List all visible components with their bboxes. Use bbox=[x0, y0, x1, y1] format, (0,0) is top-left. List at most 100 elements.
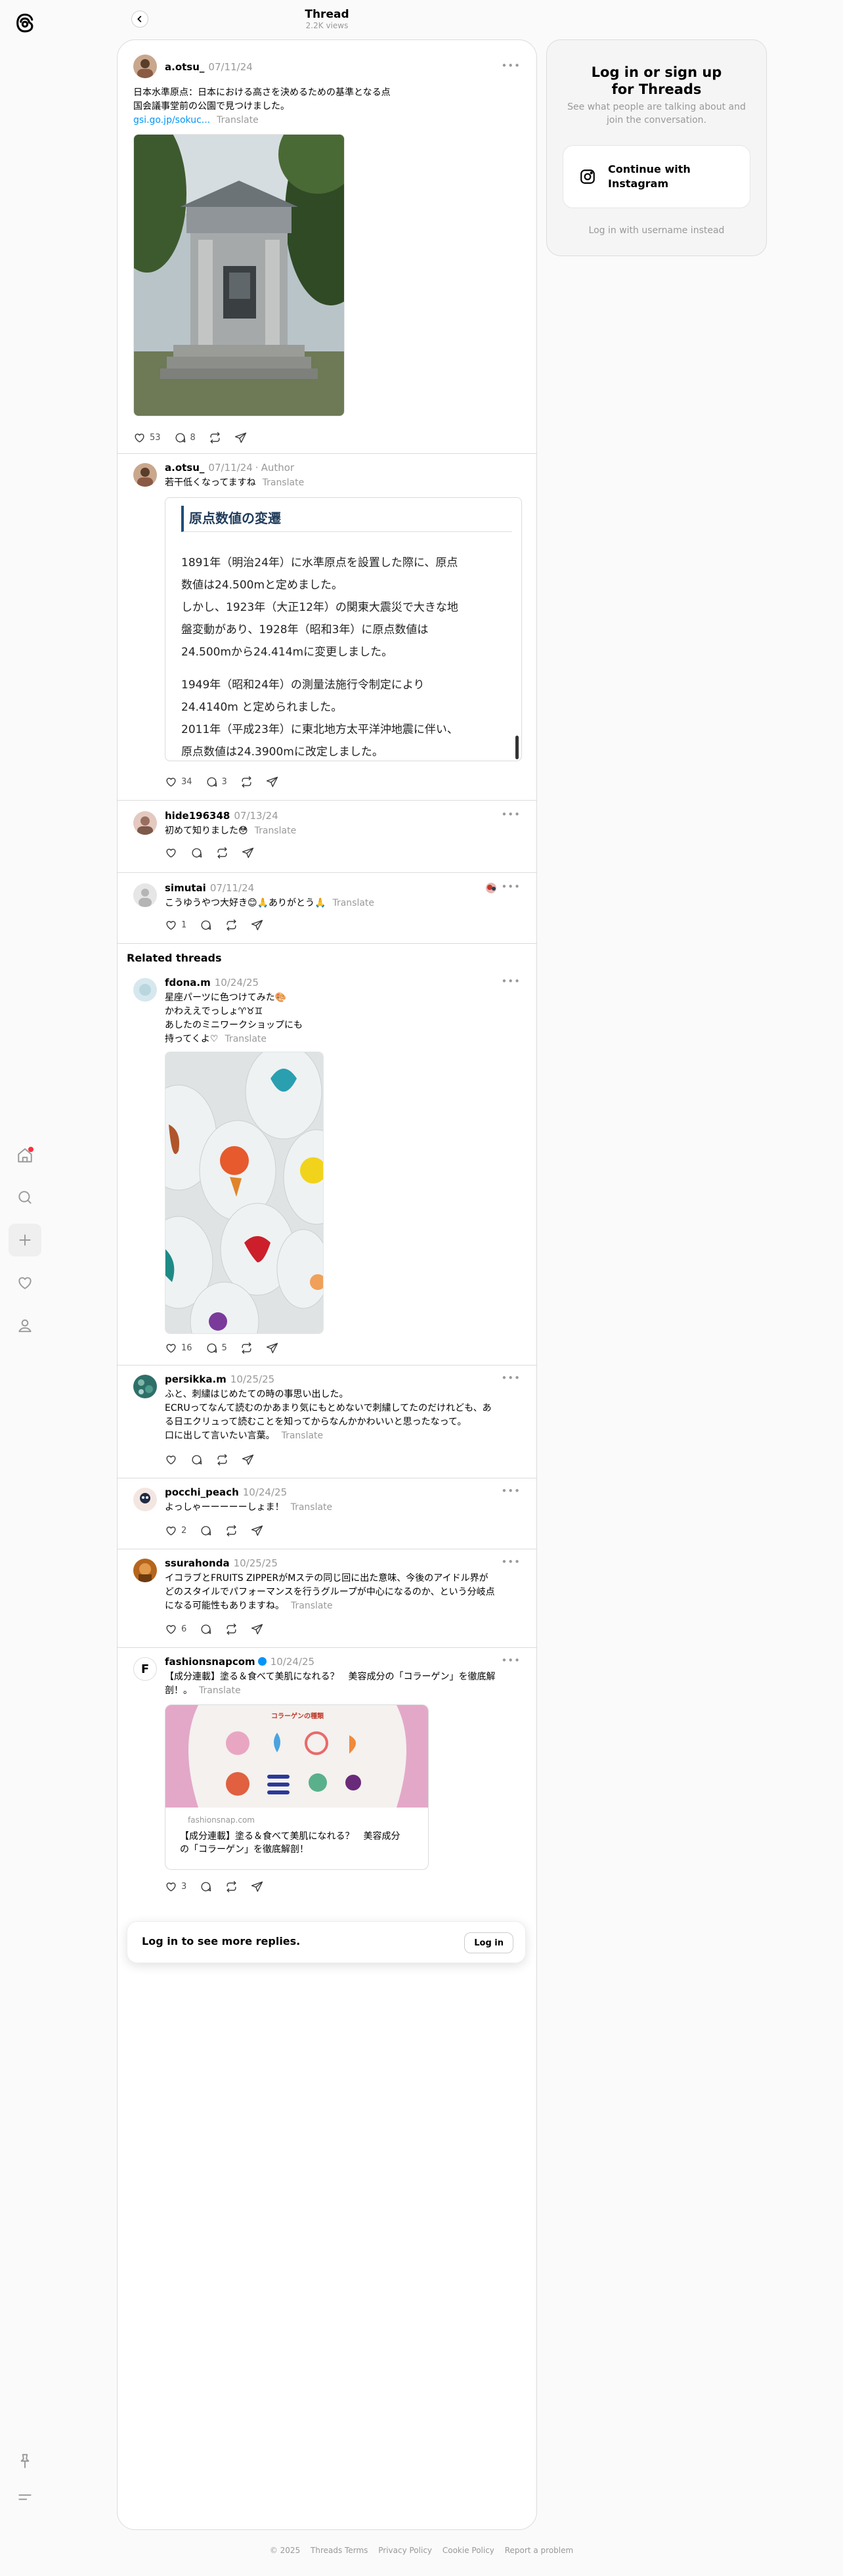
like-button[interactable]: 6 bbox=[165, 1623, 186, 1635]
link-preview-card[interactable]: コラーゲンの種類 fashionsnap.com 【成分連載】塗る＆食べて美肌に… bbox=[165, 1704, 429, 1870]
username[interactable]: fdona.m bbox=[165, 977, 211, 988]
translate-link[interactable]: Translate bbox=[291, 1502, 333, 1513]
share-button[interactable] bbox=[242, 847, 254, 859]
share-button[interactable] bbox=[251, 919, 263, 931]
share-button[interactable] bbox=[251, 1623, 263, 1635]
reply-image[interactable]: 原点数値の変遷 1891年（明治24年）に水準原点を設置した際に、原点 数値は2… bbox=[165, 497, 522, 761]
reply-button[interactable] bbox=[200, 1880, 212, 1893]
reply-button[interactable] bbox=[190, 1454, 203, 1466]
reply-button[interactable] bbox=[200, 919, 212, 931]
username[interactable]: hide196348 bbox=[165, 810, 230, 822]
share-button[interactable] bbox=[266, 1342, 278, 1354]
repost-icon bbox=[227, 1880, 236, 1893]
translate-link[interactable]: Translate bbox=[282, 1431, 324, 1441]
more-options-icon[interactable]: ••• bbox=[501, 1556, 521, 1568]
reply-button[interactable] bbox=[200, 1524, 212, 1537]
menu-icon[interactable] bbox=[9, 2481, 41, 2514]
username[interactable]: fashionsnapcom bbox=[165, 1656, 255, 1668]
activity-icon[interactable] bbox=[9, 1266, 41, 1299]
share-button[interactable] bbox=[251, 1524, 263, 1537]
more-options-icon[interactable]: ••• bbox=[501, 1485, 521, 1497]
repost-button[interactable] bbox=[216, 847, 228, 859]
pin-icon[interactable] bbox=[9, 2445, 41, 2477]
avatar[interactable] bbox=[133, 811, 157, 835]
more-options-icon[interactable]: ••• bbox=[501, 809, 521, 820]
username[interactable]: persikka.m bbox=[165, 1373, 227, 1385]
profile-icon[interactable] bbox=[9, 1309, 41, 1342]
continue-with-instagram-button[interactable]: Continue with Instagram bbox=[563, 145, 750, 208]
username[interactable]: a.otsu_ bbox=[165, 462, 204, 474]
repost-button[interactable] bbox=[225, 1524, 238, 1537]
translate-link[interactable]: Translate bbox=[332, 898, 374, 908]
avatar[interactable] bbox=[133, 1488, 157, 1511]
create-icon[interactable] bbox=[9, 1224, 41, 1256]
reply-button[interactable]: 3 bbox=[205, 776, 227, 788]
avatar[interactable] bbox=[133, 883, 157, 907]
post-image[interactable] bbox=[133, 134, 345, 416]
share-button[interactable] bbox=[251, 1880, 263, 1893]
avatar[interactable] bbox=[133, 463, 157, 487]
translate-link[interactable]: Translate bbox=[199, 1685, 241, 1696]
avatar[interactable] bbox=[133, 1559, 157, 1582]
translate-link[interactable]: Translate bbox=[217, 115, 259, 125]
like-button[interactable]: 34 bbox=[165, 776, 192, 788]
translate-link[interactable]: Translate bbox=[263, 477, 305, 488]
post-image[interactable] bbox=[165, 1052, 324, 1334]
like-button[interactable]: 2 bbox=[165, 1524, 186, 1537]
username[interactable]: a.otsu_ bbox=[165, 61, 204, 73]
post-text-line: かわええでっしょ♈♉♊ bbox=[165, 1006, 263, 1017]
translate-link[interactable]: Translate bbox=[255, 826, 297, 836]
more-options-icon[interactable]: ••• bbox=[501, 1372, 521, 1384]
home-icon[interactable] bbox=[9, 1139, 41, 1172]
avatar[interactable]: F bbox=[133, 1657, 157, 1681]
like-button[interactable] bbox=[165, 847, 177, 859]
post-actions bbox=[165, 1454, 254, 1466]
repost-button[interactable] bbox=[240, 776, 253, 788]
footer-link-report[interactable]: Report a problem bbox=[505, 2546, 573, 2555]
more-options-icon[interactable]: ••• bbox=[501, 1654, 521, 1666]
more-options-icon[interactable]: ••• bbox=[501, 881, 521, 893]
avatar[interactable] bbox=[133, 1375, 157, 1398]
scrollbar[interactable] bbox=[515, 736, 519, 759]
share-button[interactable] bbox=[266, 776, 278, 788]
like-button[interactable]: 1 bbox=[165, 919, 186, 931]
repost-button[interactable] bbox=[225, 1623, 238, 1635]
threads-logo-icon[interactable] bbox=[9, 7, 41, 39]
post-link[interactable]: gsi.go.jp/sokuc... bbox=[133, 115, 210, 125]
repost-button[interactable] bbox=[240, 1342, 253, 1354]
username-login-link[interactable]: Log in with username instead bbox=[547, 225, 766, 236]
username[interactable]: pocchi_peach bbox=[165, 1486, 239, 1498]
like-button[interactable]: 16 bbox=[165, 1342, 192, 1354]
reply-button[interactable] bbox=[190, 847, 203, 859]
repost-button[interactable] bbox=[225, 919, 238, 931]
username[interactable]: simutai bbox=[165, 882, 206, 894]
avatar[interactable] bbox=[133, 978, 157, 1002]
post-text: 剖！。 bbox=[165, 1685, 192, 1696]
repost-button[interactable] bbox=[209, 432, 221, 444]
username[interactable]: ssurahonda bbox=[165, 1557, 230, 1569]
translate-link[interactable]: Translate bbox=[291, 1601, 333, 1611]
panel-title: Log in or sign up for Threads bbox=[547, 64, 766, 98]
footer-link-privacy[interactable]: Privacy Policy bbox=[378, 2546, 432, 2555]
reply-text-line: 初めて知りました😳 Translate bbox=[165, 824, 296, 838]
like-button[interactable] bbox=[165, 1454, 177, 1466]
translate-link[interactable]: Translate bbox=[225, 1034, 267, 1044]
post-header: persikka.m 10/25/25 bbox=[165, 1373, 274, 1385]
like-button[interactable]: 53 bbox=[133, 432, 161, 444]
reply-button[interactable]: 5 bbox=[205, 1342, 227, 1354]
login-button[interactable]: Log in bbox=[464, 1932, 513, 1953]
thread-header: Thread 2.2K views bbox=[117, 0, 537, 39]
reply-button[interactable] bbox=[200, 1623, 212, 1635]
more-options-icon[interactable]: ••• bbox=[501, 60, 521, 72]
share-button[interactable] bbox=[234, 432, 247, 444]
repost-button[interactable] bbox=[216, 1454, 228, 1466]
reply-button[interactable]: 8 bbox=[174, 432, 196, 444]
like-button[interactable]: 3 bbox=[165, 1880, 186, 1893]
share-button[interactable] bbox=[242, 1454, 254, 1466]
repost-button[interactable] bbox=[225, 1880, 238, 1893]
footer-link-cookies[interactable]: Cookie Policy bbox=[443, 2546, 494, 2555]
avatar[interactable] bbox=[133, 55, 157, 78]
more-options-icon[interactable]: ••• bbox=[501, 975, 521, 987]
footer-link-terms[interactable]: Threads Terms bbox=[311, 2546, 368, 2555]
search-icon[interactable] bbox=[9, 1181, 41, 1214]
